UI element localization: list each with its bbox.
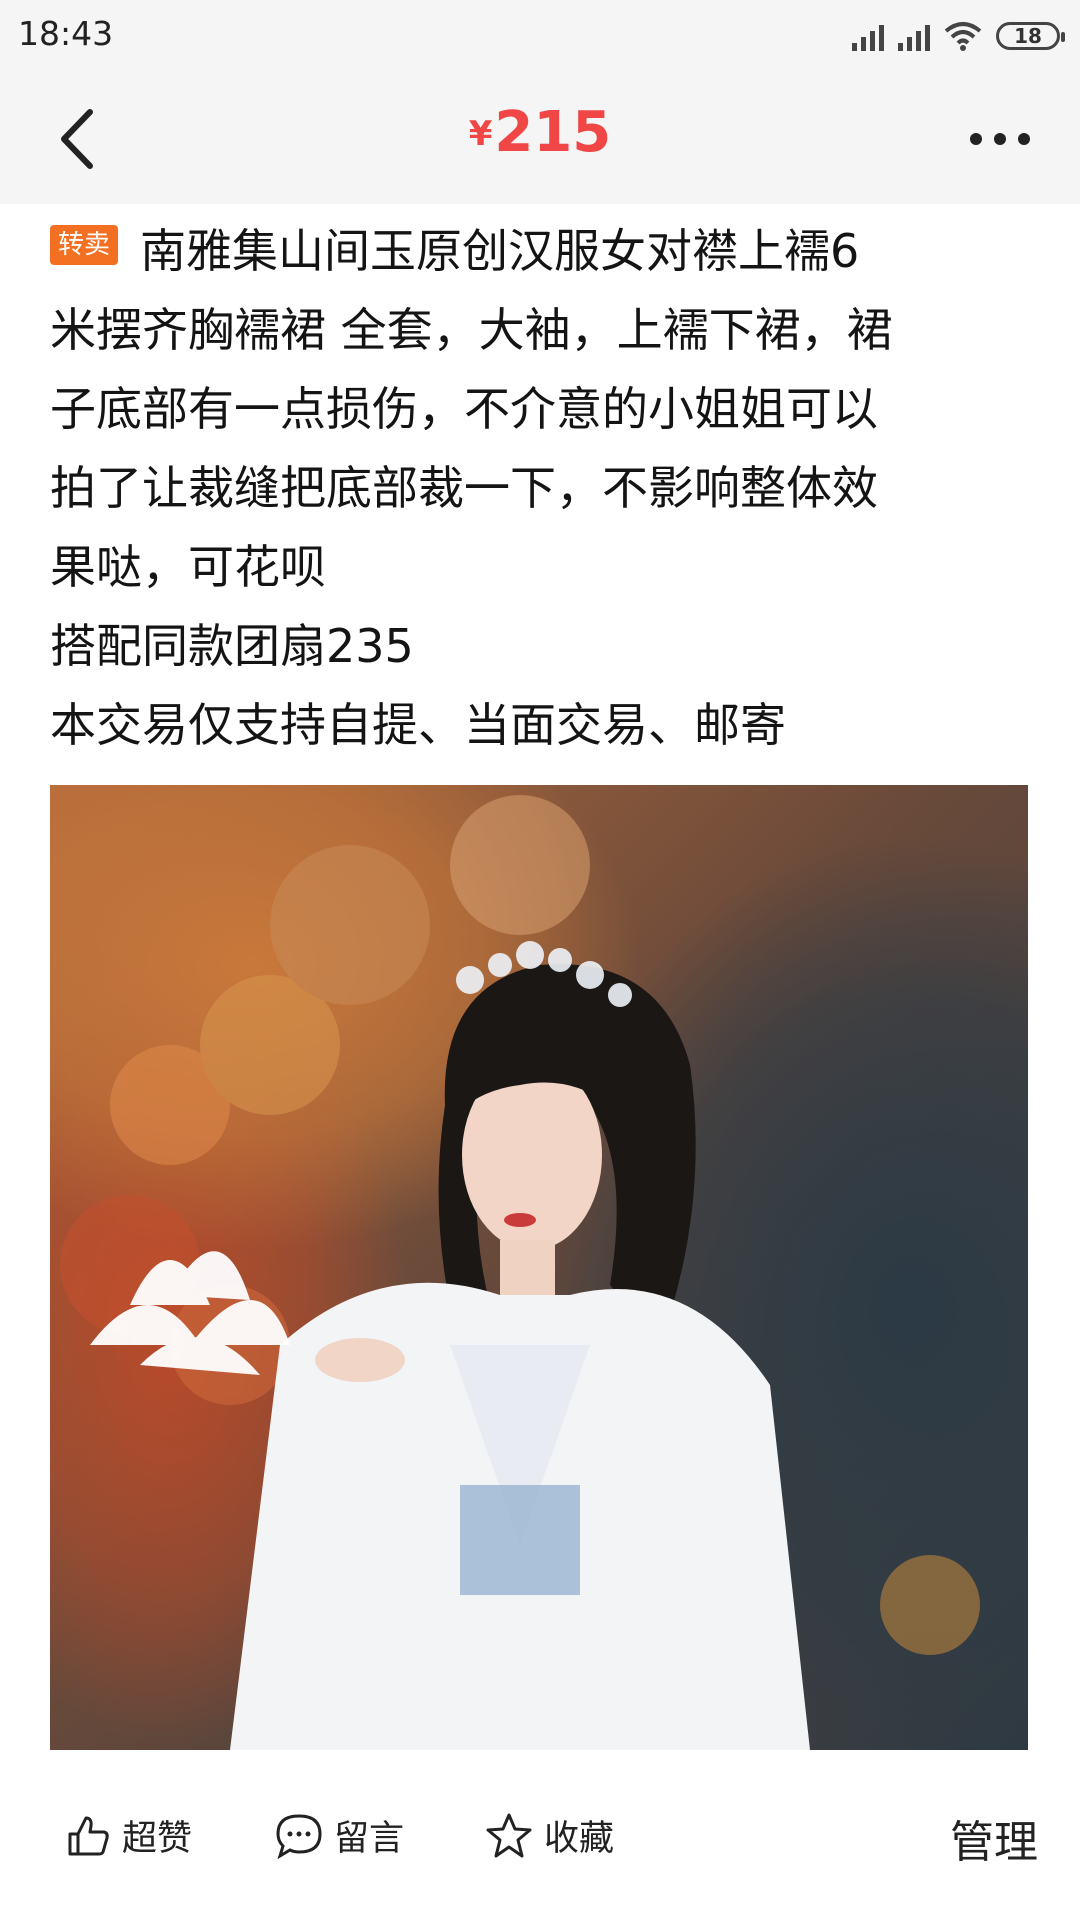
description-line: 米摆齐胸襦裙 全套，大袖，上襦下裙，裙 [50,303,893,357]
favorite-button[interactable]: 收藏 [484,1810,614,1861]
like-button[interactable]: 超赞 [64,1810,192,1861]
favorite-label: 收藏 [544,1819,615,1859]
battery-level: 18 [1014,24,1042,48]
signal-icon [898,21,930,51]
more-dots-icon [970,133,1030,145]
nav-bar: ¥215 [0,74,1080,204]
star-icon [486,1813,532,1857]
thumbs-up-icon [68,1816,109,1855]
status-icons: 18 [852,16,1065,56]
battery-icon: 18 [996,22,1065,50]
action-bar: 超赞 留言 收藏 管理 [0,1770,1080,1900]
description-line: 果哒，可花呗 [50,540,326,594]
price-amount: 215 [494,100,612,165]
listing-description: 转卖 南雅集山间玉原创汉服女对襟上襦6 米摆齐胸襦裙 全套，大袖，上襦下裙，裙 子… [50,212,1030,765]
wifi-icon [944,22,982,51]
description-line: 拍了让裁缝把底部裁一下，不影响整体效 [50,461,878,515]
status-time: 18:43 [18,14,114,53]
price: ¥215 [0,100,1080,165]
signal-icon [852,21,884,51]
comment-label: 留言 [334,1819,405,1859]
description-text: 南雅集山间玉原创汉服女对襟上襦6 [140,224,860,278]
manage-button[interactable]: 管理 [950,1806,1038,1870]
photo-illustration [60,795,980,1750]
comment-button[interactable]: 留言 [274,1810,404,1861]
price-currency: ¥ [468,114,493,154]
description-line: 子底部有一点损伤，不介意的小姐姐可以 [50,382,878,436]
product-photo[interactable] [50,785,1028,1750]
description-line: 转卖 南雅集山间玉原创汉服女对襟上襦6 [50,212,1030,291]
more-button[interactable] [960,114,1040,164]
resale-tag: 转卖 [50,225,119,265]
like-label: 超赞 [122,1819,193,1859]
chat-bubble-icon [276,1813,322,1859]
extra-line: 搭配同款团扇235 [50,619,414,673]
status-bar: 18:43 18 [0,0,1080,74]
delivery-line: 本交易仅支持自提、当面交易、邮寄 [50,698,786,752]
